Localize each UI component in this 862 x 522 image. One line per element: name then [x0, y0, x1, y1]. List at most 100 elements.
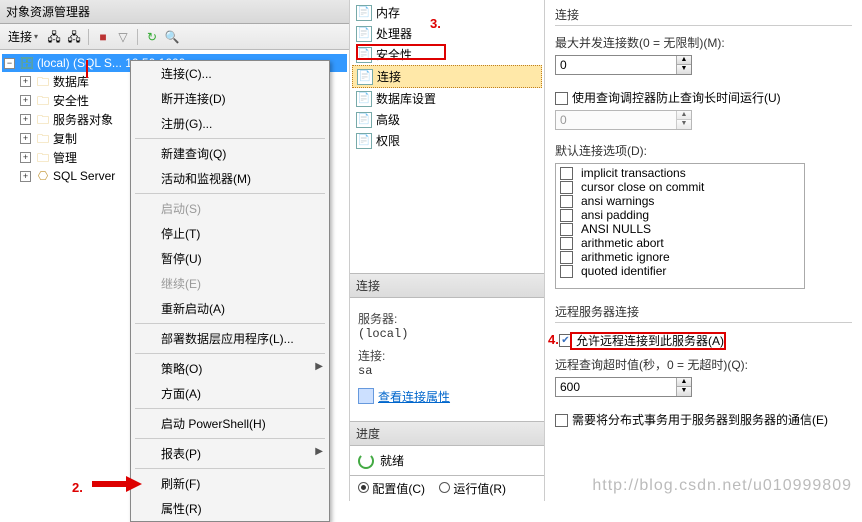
object-explorer-toolbar: 连接▾ 🖧 🖧 ■ ▽ ↻ 🔍 [0, 24, 349, 50]
nav-label: 高级 [376, 111, 400, 128]
menu-stop[interactable]: 停止(T) [131, 221, 329, 246]
max-connections-input[interactable]: ▲▼ [555, 55, 692, 75]
checkbox-icon[interactable] [560, 223, 573, 236]
progress-spinner-icon [358, 453, 374, 469]
expand-icon[interactable]: + [20, 133, 31, 144]
submenu-arrow-icon: ▶ [315, 446, 323, 457]
option-label: arithmetic abort [581, 236, 664, 250]
option-row[interactable]: arithmetic abort [558, 236, 802, 250]
menu-disconnect[interactable]: 断开连接(D) [131, 86, 329, 111]
spin-down-icon[interactable]: ▼ [677, 387, 691, 396]
spin-down-icon: ▼ [677, 120, 691, 129]
menu-powershell[interactable]: 启动 PowerShell(H) [131, 411, 329, 436]
toolbar-icon-1[interactable]: 🖧 [46, 29, 62, 45]
nav-label: 权限 [376, 132, 400, 149]
option-row[interactable]: ansi warnings [558, 194, 802, 208]
option-row[interactable]: ANSI NULLS [558, 222, 802, 236]
checkbox-label: 需要将分布式事务用于服务器到服务器的通信(E) [572, 413, 828, 427]
option-label: ansi warnings [581, 194, 654, 208]
menu-activity-monitor[interactable]: 活动和监视器(M) [131, 166, 329, 191]
checkbox-icon[interactable] [560, 195, 573, 208]
collapse-icon[interactable]: − [4, 58, 15, 69]
expand-icon[interactable]: + [20, 76, 31, 87]
toolbar-icon-6[interactable]: 🔍 [164, 29, 180, 45]
max-connections-label: 最大并发连接数(0 = 无限制)(M): [555, 34, 852, 51]
nav-connections[interactable]: 📄连接 [352, 65, 542, 88]
agent-icon: ⎔ [35, 168, 51, 184]
option-row[interactable]: ansi padding [558, 208, 802, 222]
menu-facets[interactable]: 方面(A) [131, 381, 329, 406]
menu-restart[interactable]: 重新启动(A) [131, 296, 329, 321]
view-connection-properties-link[interactable]: 查看连接属性 [358, 388, 450, 405]
remote-timeout-field[interactable] [556, 378, 676, 396]
nav-permissions[interactable]: 📄权限 [352, 130, 542, 151]
checkbox-icon[interactable] [560, 237, 573, 250]
nav-label: 内存 [376, 4, 400, 21]
link-label: 查看连接属性 [378, 388, 450, 405]
menu-pause[interactable]: 暂停(U) [131, 246, 329, 271]
menu-deploy[interactable]: 部署数据层应用程序(L)... [131, 326, 329, 351]
radio-running-value[interactable]: 运行值(R) [439, 480, 506, 497]
menu-separator [135, 353, 325, 354]
menu-separator [135, 438, 325, 439]
menu-label: 策略(O) [161, 362, 202, 376]
nav-dbsettings[interactable]: 📄数据库设置 [352, 88, 542, 109]
menu-policy[interactable]: 策略(O) ▶ [131, 356, 329, 381]
expand-icon[interactable]: + [20, 95, 31, 106]
nav-memory[interactable]: 📄内存 [352, 2, 542, 23]
checkbox-icon[interactable] [560, 181, 573, 194]
bottom-options: 配置值(C) 运行值(R) [350, 475, 544, 501]
menu-connect[interactable]: 连接(C)... [131, 61, 329, 86]
menu-register[interactable]: 注册(G)... [131, 111, 329, 136]
connect-dropdown[interactable]: 连接▾ [4, 27, 42, 46]
menu-reports[interactable]: 报表(P) ▶ [131, 441, 329, 466]
menu-resume: 继续(E) [131, 271, 329, 296]
option-row[interactable]: quoted identifier [558, 264, 802, 278]
checkbox-icon[interactable] [560, 251, 573, 264]
spin-down-icon[interactable]: ▼ [677, 65, 691, 74]
page-icon: 📄 [356, 91, 372, 107]
option-row[interactable]: cursor close on commit [558, 180, 802, 194]
option-label: implicit transactions [581, 166, 686, 180]
server-value: (local) [358, 327, 536, 341]
default-options-list[interactable]: implicit transactions cursor close on co… [555, 163, 805, 289]
nav-advanced[interactable]: 📄高级 [352, 109, 542, 130]
nav-label: 连接 [377, 68, 401, 85]
option-row[interactable]: arithmetic ignore [558, 250, 802, 264]
chevron-down-icon: ▾ [34, 32, 38, 41]
properties-icon [358, 388, 374, 404]
menu-label: 报表(P) [161, 447, 201, 461]
distributed-trans-checkbox[interactable]: 需要将分布式事务用于服务器到服务器的通信(E) [555, 413, 828, 427]
menu-properties[interactable]: 属性(R) [131, 496, 329, 521]
checkbox-icon[interactable] [560, 209, 573, 222]
folder-icon: 🗀 [35, 112, 51, 128]
refresh-icon[interactable]: ↻ [144, 29, 160, 45]
filter-icon[interactable]: ▽ [115, 29, 131, 45]
page-icon: 📄 [357, 69, 373, 85]
toolbar-icon-2[interactable]: 🖧 [66, 29, 82, 45]
nav-processor[interactable]: 📄处理器 [352, 23, 542, 44]
submenu-arrow-icon: ▶ [315, 361, 323, 372]
query-governor-checkbox[interactable]: 使用查询调控器防止查询长时间运行(U) [555, 91, 781, 105]
annotation-4: 4. [548, 332, 559, 347]
expand-icon[interactable]: + [20, 114, 31, 125]
menu-start: 启动(S) [131, 196, 329, 221]
spin-up-icon[interactable]: ▲ [677, 56, 691, 65]
checkbox-icon[interactable] [560, 265, 573, 278]
expand-icon[interactable]: + [20, 152, 31, 163]
menu-separator [135, 408, 325, 409]
stop-icon[interactable]: ■ [95, 29, 111, 45]
option-row[interactable]: implicit transactions [558, 166, 802, 180]
governor-input: ▲▼ [555, 110, 692, 130]
page-nav-list: 📄内存 📄处理器 📄安全性 📄连接 📄数据库设置 📄高级 📄权限 [350, 0, 544, 153]
folder-icon: 🗀 [35, 74, 51, 90]
max-connections-field[interactable] [556, 56, 676, 74]
spin-up-icon[interactable]: ▲ [677, 378, 691, 387]
radio-config-value[interactable]: 配置值(C) [358, 480, 425, 497]
menu-new-query[interactable]: 新建查询(Q) [131, 141, 329, 166]
expand-icon[interactable]: + [20, 171, 31, 182]
checkbox-icon[interactable] [560, 167, 573, 180]
page-icon: 📄 [356, 5, 372, 21]
menu-refresh[interactable]: 刷新(F) [131, 471, 329, 496]
remote-timeout-input[interactable]: ▲▼ [555, 377, 692, 397]
